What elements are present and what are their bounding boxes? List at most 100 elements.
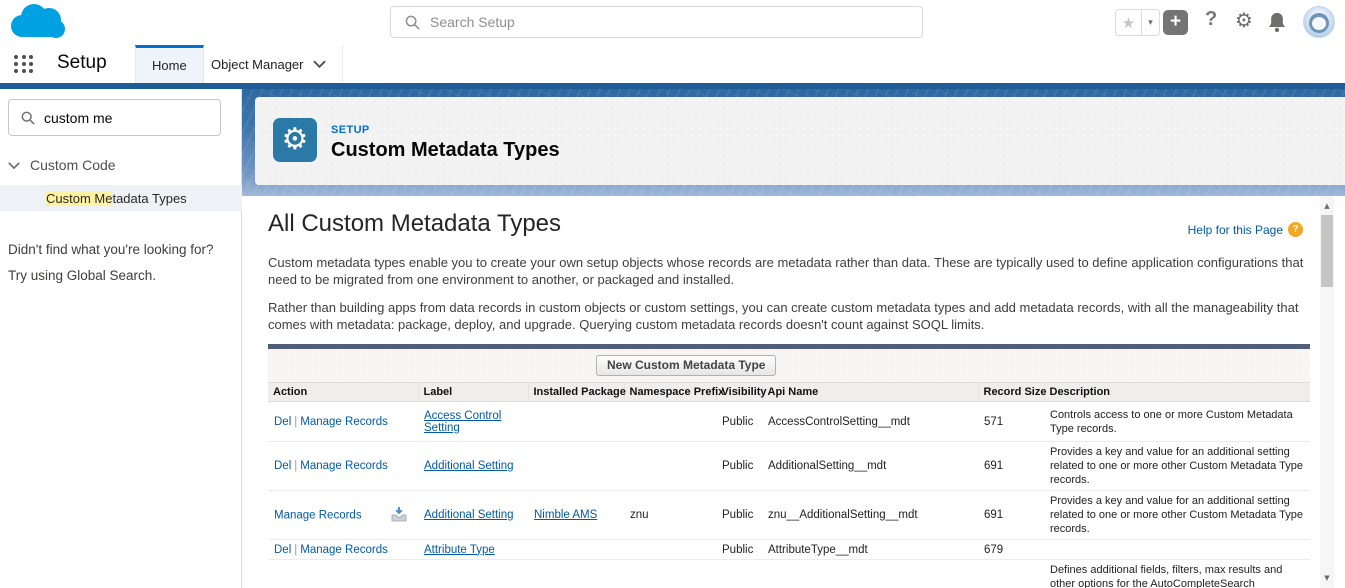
chevron-down-icon xyxy=(8,162,20,169)
col-record-size[interactable]: Record Size xyxy=(978,383,1044,402)
scroll-up-icon[interactable]: ▲ xyxy=(1324,199,1329,213)
help-link[interactable]: Help for this Page xyxy=(1188,223,1283,237)
content-card: All Custom Metadata Types Help for this … xyxy=(255,196,1345,588)
sidebar-item-custom-metadata-types[interactable]: Custom Metadata Types xyxy=(0,185,242,211)
question-icon: ? xyxy=(1205,8,1217,30)
setup-gear-button[interactable]: ⚙ xyxy=(1235,8,1253,32)
intro-paragraph-1: Custom metadata types enable you to crea… xyxy=(268,254,1313,288)
content-scrollbar[interactable]: ▲ ▼ xyxy=(1320,196,1334,588)
scroll-down-icon[interactable]: ▼ xyxy=(1324,571,1329,585)
action-separator: | xyxy=(291,460,300,472)
search-icon xyxy=(21,111,35,125)
help-for-this-page[interactable]: Help for this Page ? xyxy=(1188,222,1303,237)
tree-node-custom-code[interactable]: Custom Code xyxy=(8,157,116,173)
action-cell xyxy=(268,560,418,588)
setup-nav-bar: Setup Home Object Manager xyxy=(0,45,1345,83)
item-label-rest: tadata Types xyxy=(112,191,186,206)
main-region: ⚙ SETUP Custom Metadata Types All Custom… xyxy=(242,89,1345,588)
app-name-label: Setup xyxy=(57,52,107,74)
col-visibility[interactable]: Visibility xyxy=(716,383,762,402)
col-action[interactable]: Action xyxy=(268,383,418,402)
star-icon: ★ xyxy=(1122,14,1135,32)
notifications-button[interactable] xyxy=(1267,11,1287,38)
col-namespace-prefix[interactable]: Namespace Prefix xyxy=(624,383,716,402)
tab-object-manager[interactable]: Object Manager xyxy=(195,45,343,83)
plus-icon: + xyxy=(1170,11,1181,32)
col-installed-package[interactable]: Installed Package xyxy=(528,383,624,402)
not-found-line1: Didn't find what you're looking for? xyxy=(8,237,214,263)
table-row: Del|Manage Records Additional Setting Pu… xyxy=(268,442,1310,491)
global-header: ★ ▾ + ? ⚙ xyxy=(0,0,1345,45)
manage-records-link[interactable]: Manage Records xyxy=(300,460,388,472)
quick-add-button[interactable]: + xyxy=(1163,10,1188,35)
metadata-types-table: Action Label Installed Package Namespace… xyxy=(268,382,1310,588)
del-link[interactable]: Del xyxy=(274,460,291,472)
record-size-cell: 571 xyxy=(978,402,1044,442)
new-custom-metadata-type-button[interactable]: New Custom Metadata Type xyxy=(596,355,776,376)
tab-home[interactable]: Home xyxy=(135,45,204,83)
visibility-cell: Public xyxy=(716,402,762,442)
col-api-name[interactable]: Api Name xyxy=(762,383,978,402)
manage-records-link[interactable]: Manage Records xyxy=(274,509,362,521)
manage-records-link[interactable]: Manage Records xyxy=(300,544,388,556)
record-size-cell: 679 xyxy=(978,540,1044,560)
installed-package-cell xyxy=(528,402,624,442)
tree-node-label: Custom Code xyxy=(30,157,116,173)
page-header-card: ⚙ SETUP Custom Metadata Types xyxy=(255,97,1345,185)
section-heading: All Custom Metadata Types xyxy=(268,210,561,238)
installed-package-link[interactable]: Nimble AMS xyxy=(534,509,597,521)
api-name-cell: AdditionalSetting__mdt xyxy=(762,442,978,491)
intro-paragraph-2: Rather than building apps from data reco… xyxy=(268,299,1313,333)
description-cell: Defines additional fields, filters, max … xyxy=(1044,560,1310,588)
sidebar-search-input[interactable] xyxy=(44,110,204,126)
user-avatar[interactable] xyxy=(1303,6,1335,38)
del-link[interactable]: Del xyxy=(274,544,291,556)
col-label[interactable]: Label xyxy=(418,383,528,402)
api-name-cell: AccessControlSetting__mdt xyxy=(762,402,978,442)
search-icon xyxy=(405,15,420,30)
tab-object-manager-label: Object Manager xyxy=(211,57,304,72)
bell-icon xyxy=(1267,11,1287,33)
search-match-highlight: Custom Me xyxy=(46,191,112,206)
help-badge-icon[interactable]: ? xyxy=(1288,222,1303,237)
table-row: Del|Manage Records Access Control Settin… xyxy=(268,402,1310,442)
action-separator: | xyxy=(291,416,300,428)
manage-records-link[interactable]: Manage Records xyxy=(300,416,388,428)
api-name-cell: znu__AdditionalSetting__mdt xyxy=(762,491,978,540)
global-search-box[interactable] xyxy=(390,6,923,38)
namespace-prefix-cell xyxy=(624,442,716,491)
scrollbar-thumb[interactable] xyxy=(1321,215,1333,287)
table-row: Manage Records Additional Setting Nimble… xyxy=(268,491,1310,540)
favorites-dropdown-button[interactable]: ▾ xyxy=(1142,9,1160,36)
del-link[interactable]: Del xyxy=(274,416,291,428)
installed-package-cell xyxy=(528,442,624,491)
gear-icon: ⚙ xyxy=(1235,8,1253,32)
table-header-row: Action Label Installed Package Namespace… xyxy=(268,383,1310,402)
label-link[interactable]: Access Control Setting xyxy=(424,410,501,434)
setup-sidebar: Custom Code Custom Metadata Types Didn't… xyxy=(0,89,242,588)
app-launcher-icon[interactable] xyxy=(14,55,34,73)
namespace-prefix-cell xyxy=(624,540,716,560)
label-link[interactable]: Attribute Type xyxy=(424,544,495,556)
description-cell: Provides a key and value for an addition… xyxy=(1044,491,1310,540)
salesforce-logo-icon[interactable] xyxy=(8,2,68,42)
chevron-down-icon: ▾ xyxy=(1148,18,1153,28)
favorites-button[interactable]: ★ xyxy=(1115,9,1142,36)
col-description[interactable]: Description xyxy=(1044,383,1310,402)
action-separator: | xyxy=(291,544,300,556)
visibility-cell: Public xyxy=(716,442,762,491)
page-title: Custom Metadata Types xyxy=(331,139,560,162)
description-cell: Provides a key and value for an addition… xyxy=(1044,442,1310,491)
sidebar-search-box[interactable] xyxy=(8,99,221,136)
label-link[interactable]: Additional Setting xyxy=(424,460,514,472)
sidebar-not-found-note: Didn't find what you're looking for? Try… xyxy=(8,237,214,289)
gear-icon: ⚙ xyxy=(282,125,309,155)
tab-home-label: Home xyxy=(152,58,187,73)
label-link[interactable]: Additional Setting xyxy=(424,509,514,521)
help-button[interactable]: ? xyxy=(1205,8,1217,31)
global-search-input[interactable] xyxy=(430,14,860,30)
visibility-cell: Public xyxy=(716,491,762,540)
page-header-eyebrow: SETUP xyxy=(331,124,370,136)
metadata-types-table-block: New Custom Metadata Type Action Label In… xyxy=(268,344,1310,588)
visibility-cell: Public xyxy=(716,540,762,560)
